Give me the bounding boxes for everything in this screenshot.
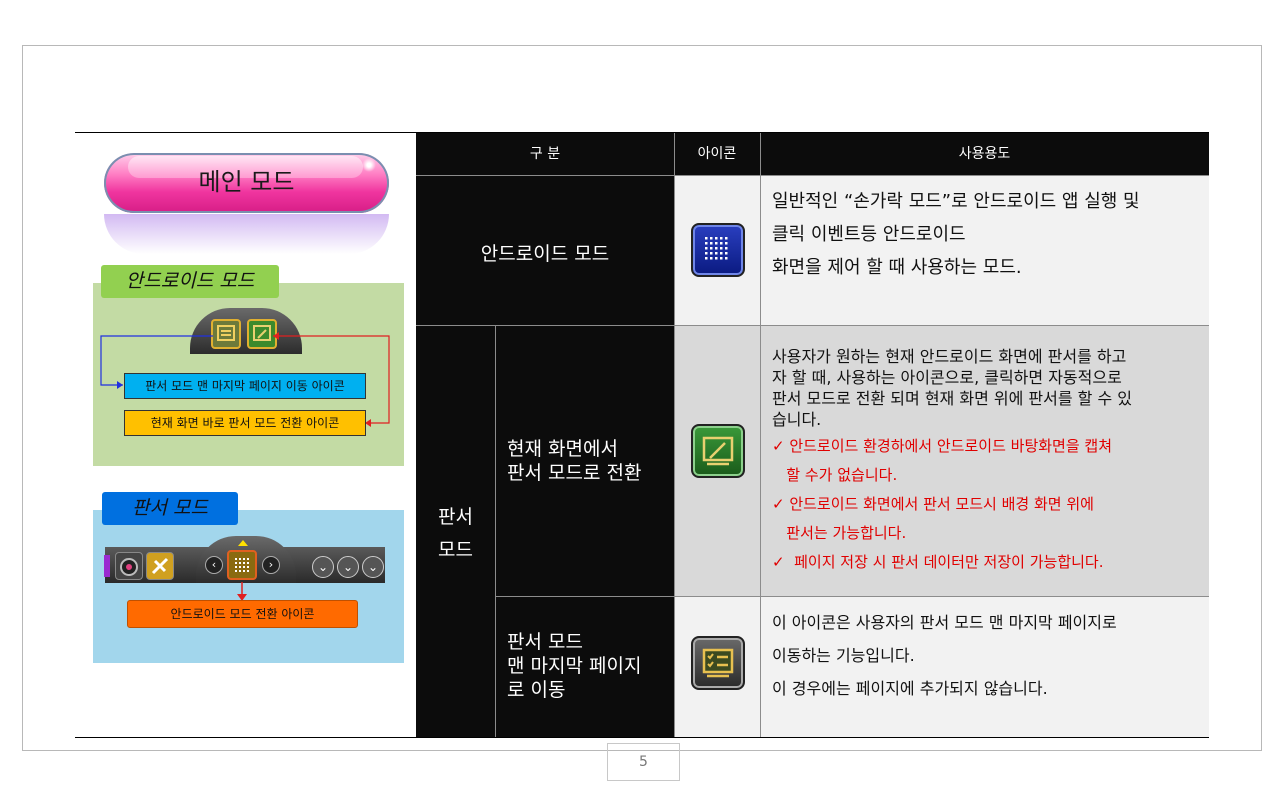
next-icon[interactable]: › (262, 556, 280, 574)
row2-note-1: ✓ 안드로이드 환경하에서 안드로이드 바탕화면을 캡쳐 (772, 437, 1113, 455)
grid-line (495, 325, 496, 737)
prev-icon[interactable]: ‹ (205, 556, 223, 574)
row2-line-4: 습니다. (772, 410, 822, 429)
row3-line-2: 이동하는 기능입니다. (772, 646, 915, 665)
row2-note-2: 할 수가 없습니다. (772, 466, 898, 484)
grid-line (760, 133, 761, 737)
row2-icon-cell (674, 325, 760, 596)
row3-line-3: 이 경우에는 페이지에 추가되지 않습니다. (772, 679, 1048, 698)
row2-line-2: 자 할 때, 사용하는 아이콘으로, 클릭하면 자동적으로 (772, 368, 1122, 387)
grid-line (416, 175, 1209, 176)
row2-line-1: 사용자가 원하는 현재 안드로이드 화면에 판서를 하고 (772, 347, 1127, 366)
group-label-1: 판서 (438, 506, 473, 528)
android-grid-mini-icon[interactable] (227, 550, 257, 580)
row1-line-3: 화면을 제어 할 때 사용하는 모드. (772, 257, 1022, 278)
row1-line-1: 일반적인 “손가락 모드”로 안드로이드 앱 실행 및 (772, 191, 1140, 212)
group-cell: 판서 모드 (416, 325, 495, 737)
row2-note-3: ✓ 안드로이드 화면에서 판서 모드시 배경 화면 위에 (772, 495, 1094, 513)
row2-category-1: 현재 화면에서 (507, 438, 618, 460)
grid-line (416, 325, 1209, 326)
row1-usage-cell: 일반적인 “손가락 모드”로 안드로이드 앱 실행 및 클릭 이벤트등 안드로이… (760, 175, 1209, 325)
board-checklist-icon[interactable] (691, 636, 745, 690)
row1-category-cell: 안드로이드 모드 (416, 175, 674, 325)
board-pen-icon[interactable] (691, 424, 745, 478)
row2-note-4: 판서는 가능합니다. (772, 524, 907, 542)
up-marker-icon (238, 540, 248, 546)
chevron-down-icon[interactable]: ⌄ (312, 556, 334, 578)
row2-line-3: 판서 모드로 전환 되며 현재 화면 위에 판서를 할 수 있 (772, 389, 1132, 408)
row3-icon-cell (674, 596, 760, 737)
row3-line-1: 이 아이콘은 사용자의 판서 모드 맨 마지막 페이지로 (772, 613, 1117, 632)
record-icon[interactable] (115, 552, 143, 580)
row2-note-5: ✓ 페이지 저장 시 판서 데이터만 저장이 가능합니다. (772, 553, 1104, 571)
row1-category: 안드로이드 모드 (480, 243, 610, 265)
chevron-down-icon[interactable]: ⌄ (362, 556, 384, 578)
row2-usage-cell: 사용자가 원하는 현재 안드로이드 화면에 판서를 하고 자 할 때, 사용하는… (760, 325, 1209, 596)
row1-line-2: 클릭 이벤트등 안드로이드 (772, 224, 966, 245)
android-box-2: 현재 화면 바로 판서 모드 전환 아이콘 (124, 410, 366, 436)
header-icon: 아이콘 (674, 133, 760, 175)
main-mode-label: 메인 모드 (198, 168, 295, 196)
chevron-down-icon[interactable]: ⌄ (337, 556, 359, 578)
row3-category-2: 맨 마지막 페이지 (507, 655, 642, 677)
android-grid-icon[interactable] (691, 223, 745, 277)
row3-usage-cell: 이 아이콘은 사용자의 판서 모드 맨 마지막 페이지로 이동하는 기능입니다.… (760, 596, 1209, 737)
bottom-rule (75, 737, 1209, 738)
mode-table: 구 분 아이콘 사용용도 안드로이드 모드 일반적인 “손가락 모드”로 안드로… (416, 133, 1209, 737)
board-mode-panel (93, 510, 404, 663)
row2-category-2: 판서 모드로 전환 (507, 462, 642, 484)
pill-reflection (104, 214, 389, 254)
row3-category-3: 로 이동 (507, 679, 566, 701)
down-arrow (237, 582, 247, 601)
page-number: 5 (607, 743, 680, 781)
header-category: 구 분 (416, 133, 674, 175)
android-mode-tag: 안드로이드 모드 (101, 265, 279, 298)
android-box-1: 판서 모드 맨 마지막 페이지 이동 아이콘 (124, 373, 366, 399)
row3-category-1: 판서 모드 (507, 631, 583, 653)
grid-line (674, 133, 675, 737)
row1-icon-cell (674, 175, 760, 325)
grid-line (495, 596, 1209, 597)
tools-icon[interactable] (146, 552, 174, 580)
board-mode-tag: 판서 모드 (102, 492, 238, 525)
row3-category-cell: 판서 모드 맨 마지막 페이지 로 이동 (495, 596, 674, 737)
group-label-2: 모드 (438, 539, 473, 561)
toolbar-edge (104, 555, 110, 577)
board-box: 안드로이드 모드 전환 아이콘 (127, 600, 358, 628)
row2-category-cell: 현재 화면에서 판서 모드로 전환 (495, 325, 674, 596)
header-usage: 사용용도 (760, 133, 1209, 175)
